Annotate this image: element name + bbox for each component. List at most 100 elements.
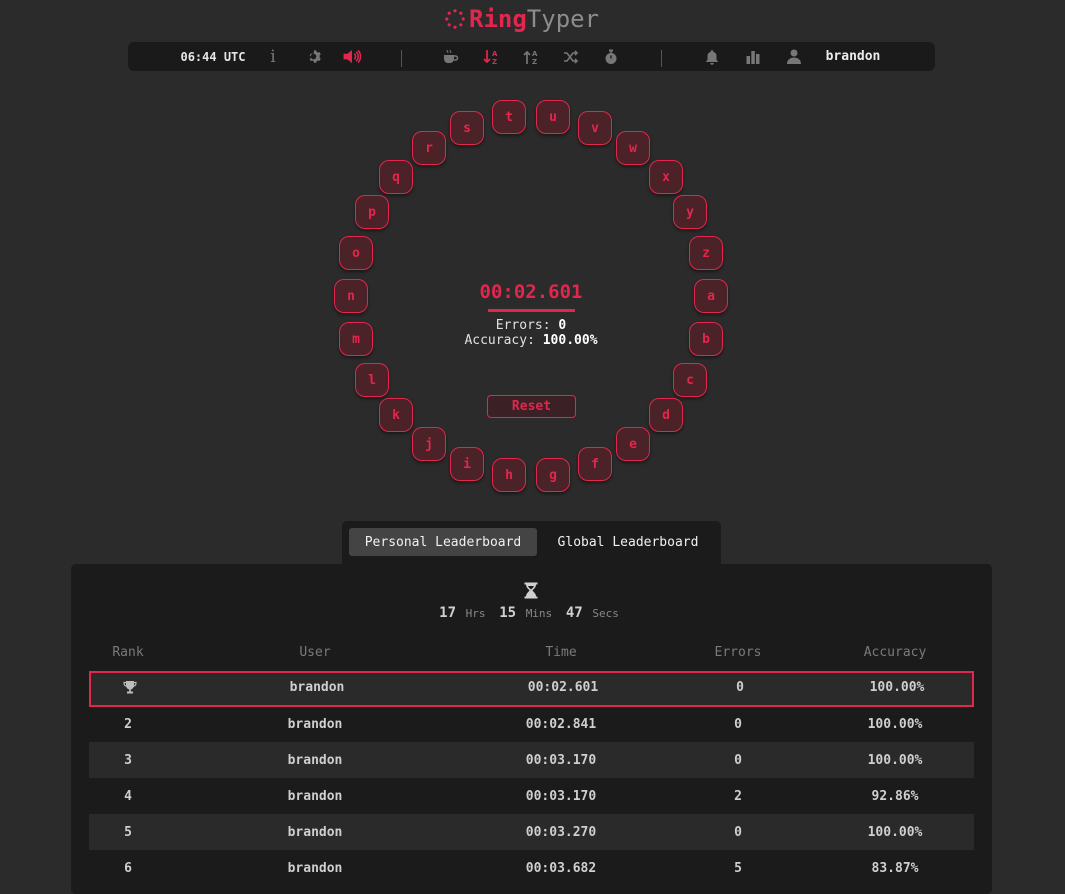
key-p[interactable]: p [355, 195, 389, 229]
key-u[interactable]: u [536, 100, 570, 134]
tab-global-leaderboard[interactable]: Global Leaderboard [543, 528, 713, 556]
table-row[interactable]: 5 brandon 00:03.270 0 100.00% [89, 814, 974, 850]
key-y[interactable]: y [673, 195, 707, 229]
utc-clock: 06:44 UTC [180, 49, 246, 64]
row-time: 00:02.601 [527, 679, 599, 695]
row-errors: 0 [734, 716, 742, 732]
row-accuracy: 100.00% [869, 679, 925, 695]
accuracy-stat: Accuracy: 100.00% [420, 333, 642, 348]
accuracy-value: 100.00% [542, 333, 598, 348]
svg-text:Z: Z [492, 58, 497, 65]
table-row[interactable]: 4 brandon 00:03.170 2 92.86% [89, 778, 974, 814]
table-row[interactable]: 2 brandon 00:02.841 0 100.00% [89, 706, 974, 742]
key-r[interactable]: r [412, 131, 446, 165]
key-i[interactable]: i [450, 447, 484, 481]
coffee-icon[interactable] [440, 42, 462, 71]
sort-az-icon[interactable]: AZ [480, 42, 502, 71]
key-o[interactable]: o [339, 236, 373, 270]
svg-text:Z: Z [532, 58, 537, 65]
column-header-user[interactable]: User [235, 645, 395, 660]
sort-za-icon[interactable]: AZ [520, 42, 542, 71]
row-errors: 0 [734, 824, 742, 840]
row-time: 00:03.170 [525, 788, 597, 804]
key-b[interactable]: b [689, 322, 723, 356]
shuffle-icon[interactable] [560, 42, 582, 71]
info-icon[interactable]: i [263, 42, 283, 71]
key-w[interactable]: w [616, 131, 650, 165]
toolbar-divider [401, 50, 402, 67]
countdown-mins-unit: Mins [525, 607, 553, 620]
key-d[interactable]: d [649, 398, 683, 432]
table-row[interactable]: 6 brandon 00:03.682 5 83.87% [89, 850, 974, 886]
key-f[interactable]: f [578, 447, 612, 481]
row-user: brandon [287, 824, 343, 840]
row-errors: 0 [734, 752, 742, 768]
column-header-time[interactable]: Time [481, 645, 641, 660]
column-header-accuracy[interactable]: Accuracy [835, 645, 955, 660]
key-z[interactable]: z [689, 236, 723, 270]
accuracy-label: Accuracy: [464, 333, 535, 348]
row-accuracy: 83.87% [871, 860, 919, 876]
reset-countdown: 17 Hrs 15 Mins 47 Secs [400, 602, 662, 621]
key-a[interactable]: a [694, 279, 728, 313]
column-header-errors[interactable]: Errors [688, 645, 788, 660]
key-l[interactable]: l [355, 363, 389, 397]
table-row[interactable]: brandon 00:02.601 0 100.00% [89, 671, 974, 707]
key-m[interactable]: m [339, 322, 373, 356]
key-q[interactable]: q [379, 160, 413, 194]
errors-stat: Errors: 0 [430, 318, 632, 333]
row-time: 00:02.841 [525, 716, 597, 732]
column-header-rank[interactable]: Rank [89, 645, 167, 660]
username[interactable]: brandon [818, 42, 888, 71]
reset-button[interactable]: Reset [487, 395, 576, 418]
row-user: brandon [287, 716, 343, 732]
trophy-icon [91, 671, 169, 703]
key-s[interactable]: s [450, 111, 484, 145]
logo-word-typer: Typer [526, 5, 600, 33]
row-user: brandon [287, 860, 343, 876]
app-logo[interactable]: Ring Typer [445, 2, 599, 36]
hourglass-icon [524, 582, 538, 603]
key-k[interactable]: k [379, 398, 413, 432]
timer-display: 00:02.601 [479, 281, 583, 303]
key-n[interactable]: n [334, 279, 368, 313]
key-e[interactable]: e [616, 427, 650, 461]
bar-chart-icon[interactable] [742, 42, 764, 71]
row-time: 00:03.170 [525, 752, 597, 768]
countdown-hours: 17 [439, 605, 457, 621]
volume-icon[interactable] [340, 42, 364, 71]
gear-icon[interactable] [303, 42, 323, 71]
countdown-secs-unit: Secs [592, 607, 619, 620]
tab-personal-leaderboard[interactable]: Personal Leaderboard [349, 528, 537, 556]
row-accuracy: 92.86% [871, 788, 919, 804]
countdown-mins: 15 [499, 605, 517, 621]
countdown-hours-unit: Hrs [465, 607, 486, 620]
key-c[interactable]: c [673, 363, 707, 397]
row-accuracy: 100.00% [867, 752, 923, 768]
row-accuracy: 100.00% [867, 716, 923, 732]
row-rank: 2 [124, 716, 132, 732]
stopwatch-icon[interactable] [600, 42, 622, 71]
row-errors: 2 [734, 788, 742, 804]
key-j[interactable]: j [412, 427, 446, 461]
bell-icon[interactable] [701, 42, 723, 71]
user-icon[interactable] [783, 42, 805, 71]
row-user: brandon [287, 788, 343, 804]
key-g[interactable]: g [536, 458, 570, 492]
row-rank: 4 [124, 788, 132, 804]
row-rank: 3 [124, 752, 132, 768]
key-v[interactable]: v [578, 111, 612, 145]
row-accuracy: 100.00% [867, 824, 923, 840]
row-user: brandon [287, 752, 343, 768]
row-rank: 6 [124, 860, 132, 876]
key-h[interactable]: h [492, 458, 526, 492]
countdown-secs: 47 [565, 605, 583, 621]
row-rank: 5 [124, 824, 132, 840]
table-row[interactable]: 3 brandon 00:03.170 0 100.00% [89, 742, 974, 778]
key-t[interactable]: t [492, 100, 526, 134]
toolbar: 06:44 UTC i AZ AZ brandon [128, 42, 935, 71]
key-x[interactable]: x [649, 160, 683, 194]
row-errors: 5 [734, 860, 742, 876]
row-time: 00:03.270 [525, 824, 597, 840]
svg-text:A: A [492, 50, 498, 58]
